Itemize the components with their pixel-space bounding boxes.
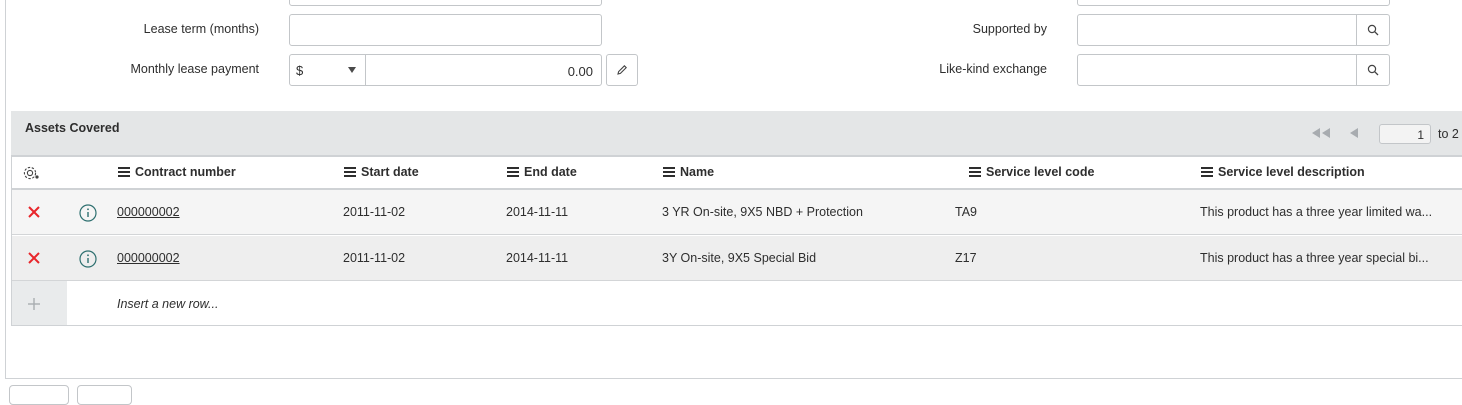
service-level-description-cell: This product has a three year limited wa…: [1200, 205, 1433, 219]
column-header-name[interactable]: Name: [663, 165, 714, 179]
related-list-header: [11, 111, 1462, 157]
name-cell: 3Y On-site, 9X5 Special Bid: [662, 251, 817, 265]
column-menu-icon[interactable]: [507, 165, 519, 179]
delete-row-icon[interactable]: [28, 206, 40, 218]
edit-amount-button[interactable]: [606, 54, 638, 86]
lease-term-label: Lease term (months): [143, 22, 259, 36]
service-level-code-cell: TA9: [955, 205, 977, 219]
start-date-cell: 2011-11-02: [343, 205, 406, 219]
insert-new-row-link[interactable]: Insert a new row...: [117, 297, 218, 311]
page-number-input[interactable]: 1: [1379, 124, 1431, 144]
like-kind-lookup-button[interactable]: [1356, 54, 1390, 86]
contract-number-link[interactable]: 000000002: [117, 251, 180, 265]
column-header-label: Start date: [361, 165, 419, 179]
insert-row: [12, 281, 1462, 326]
previous-page-icon[interactable]: [1348, 127, 1360, 139]
info-icon[interactable]: [79, 250, 97, 268]
column-header-label: Name: [680, 165, 715, 179]
bottom-button-partial[interactable]: [77, 385, 132, 405]
column-header-end-date[interactable]: End date: [507, 165, 577, 179]
add-row-plus-icon[interactable]: [27, 297, 41, 311]
end-date-cell: 2014-11-11: [506, 205, 569, 219]
column-header-label: Contract number: [135, 165, 236, 179]
search-icon: [1367, 24, 1379, 36]
like-kind-input[interactable]: [1077, 54, 1359, 86]
column-menu-icon[interactable]: [969, 165, 981, 179]
column-header-label: Service level code: [986, 165, 1095, 179]
bottom-button-partial[interactable]: [9, 385, 69, 405]
currency-select[interactable]: $: [289, 54, 366, 86]
column-header-service-level-code[interactable]: Service level code: [969, 165, 1094, 179]
pencil-icon: [617, 65, 627, 75]
amount-input[interactable]: 0.00: [365, 54, 602, 86]
column-menu-icon[interactable]: [344, 165, 356, 179]
start-date-cell: 2011-11-02: [343, 251, 406, 265]
column-menu-icon[interactable]: [1201, 165, 1213, 179]
pager-to-text: to 2: [1438, 127, 1459, 141]
personalize-list-gear-icon[interactable]: [22, 164, 40, 182]
column-header-contract-number[interactable]: Contract number: [118, 165, 236, 179]
contract-number-link[interactable]: 000000002: [117, 205, 180, 219]
column-header-label: End date: [524, 165, 577, 179]
top-left-field-partial[interactable]: [289, 0, 602, 6]
monthly-payment-label: Monthly lease payment: [130, 62, 259, 76]
column-header-service-level-description[interactable]: Service level description: [1201, 165, 1365, 179]
column-menu-icon[interactable]: [118, 165, 130, 179]
info-icon[interactable]: [79, 204, 97, 222]
delete-row-icon[interactable]: [28, 252, 40, 264]
name-cell: 3 YR On-site, 9X5 NBD + Protection: [662, 205, 863, 219]
currency-value: $: [296, 63, 304, 78]
supported-by-input[interactable]: [1077, 14, 1359, 46]
caret-down-icon: [348, 67, 356, 73]
top-right-field-partial[interactable]: [1077, 0, 1390, 6]
lease-term-input[interactable]: [289, 14, 602, 46]
column-header-start-date[interactable]: Start date: [344, 165, 419, 179]
supported-by-label: Supported by: [972, 22, 1047, 36]
related-list-title: Assets Covered: [25, 121, 120, 135]
search-icon: [1367, 64, 1379, 76]
end-date-cell: 2014-11-11: [506, 251, 569, 265]
supported-by-lookup-button[interactable]: [1356, 14, 1390, 46]
service-level-code-cell: Z17: [955, 251, 977, 265]
column-menu-icon[interactable]: [663, 165, 675, 179]
service-level-description-cell: This product has a three year special bi…: [1200, 251, 1429, 265]
first-page-icon[interactable]: [1310, 127, 1334, 139]
like-kind-label: Like-kind exchange: [939, 62, 1047, 76]
column-header-label: Service level description: [1218, 165, 1365, 179]
